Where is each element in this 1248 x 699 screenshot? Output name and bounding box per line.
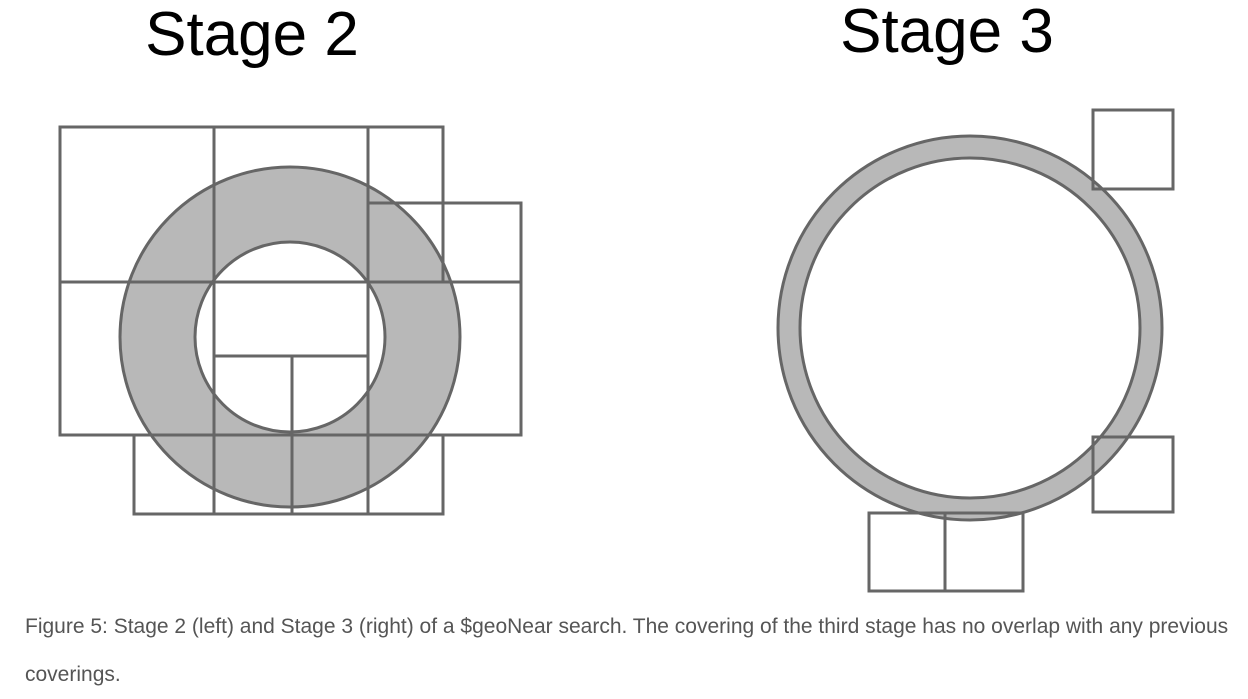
covering-cell (867, 511, 947, 593)
figure-caption: Figure 5: Stage 2 (left) and Stage 3 (ri… (25, 615, 1229, 686)
stage-3-covering-cells (867, 108, 1175, 593)
stage-2-title: Stage 2 (145, 0, 359, 69)
covering-cell (441, 201, 523, 284)
covering-cell (212, 280, 370, 358)
stage-3-title: Stage 3 (840, 0, 1054, 66)
stage-3-panel: Stage 3 (776, 0, 1175, 593)
stage-2-annulus (118, 165, 462, 509)
geonear-stages-figure: Stage 2 Stage 3 (58, 0, 1175, 593)
stage-3-annulus (776, 134, 1164, 522)
covering-cell (943, 511, 1025, 593)
covering-cell (1091, 108, 1175, 191)
stage-2-panel: Stage 2 (58, 0, 523, 516)
